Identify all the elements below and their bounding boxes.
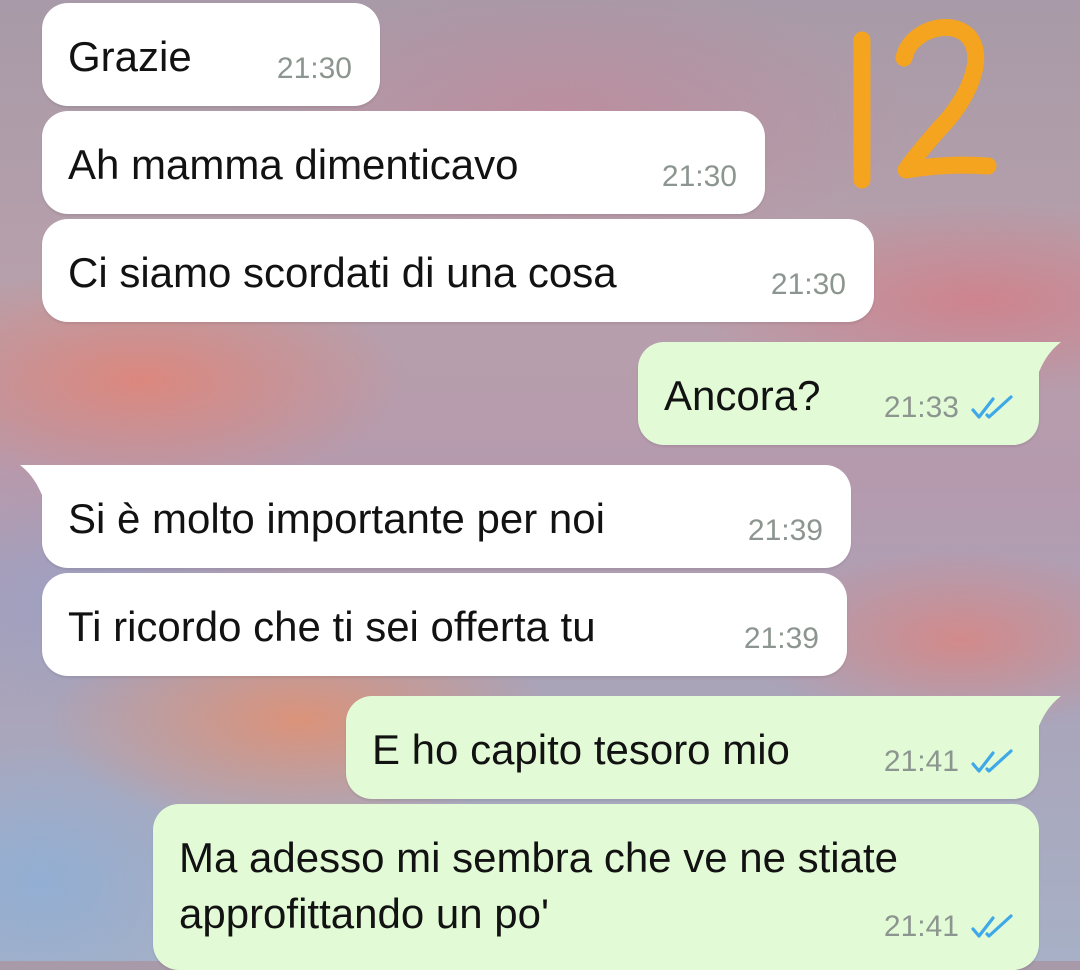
bubble-tail [20,465,60,495]
message-meta: 21:41 [884,910,1015,944]
message-bubble-outgoing[interactable]: Ma adesso mi sembra che ve ne stiate app… [153,804,1039,970]
message-time: 21:41 [883,910,959,943]
message-time: 21:39 [747,514,823,547]
message-bubble-incoming[interactable]: Ci siamo scordati di una cosa 21:30 [42,219,874,322]
message-bubble-incoming[interactable]: Grazie 21:30 [42,3,380,106]
message-meta: 21:30 [771,268,846,302]
double-check-read-icon [971,914,1013,938]
message-text: Ma adesso mi sembra che ve ne stiate app… [179,834,899,937]
message-text: E ho capito tesoro mio [372,726,790,773]
message-text: Ancora? [664,372,821,419]
double-check-read-icon [971,749,1013,773]
message-time: 21:33 [883,391,959,424]
message-text: Ci siamo scordati di una cosa [68,249,617,296]
message-time: 21:30 [661,160,737,193]
message-meta: 21:39 [744,622,819,656]
message-bubble-incoming[interactable]: Si è molto importante per noi 21:39 [20,465,851,568]
double-check-read-icon [971,395,1013,419]
bubble-tail [1021,342,1061,372]
message-meta: 21:33 [884,391,1015,425]
bubble-tail [1021,696,1061,726]
message-time: 21:30 [770,268,846,301]
handwritten-number-annotation [853,19,997,189]
message-bubble-outgoing[interactable]: E ho capito tesoro mio 21:41 [346,696,1061,799]
message-bubble-outgoing[interactable]: Ancora? 21:33 [638,342,1061,445]
message-text: Ti ricordo che ti sei offerta tu [68,603,596,650]
message-meta: 21:30 [662,160,737,194]
message-meta: 21:30 [277,52,352,86]
message-text: Grazie [68,33,192,80]
chat-conversation: Grazie 21:30 Ah mamma dimenticavo 21:30 … [0,0,1080,970]
message-time: 21:41 [883,745,959,778]
message-time: 21:30 [276,52,352,85]
message-text: Si è molto importante per noi [68,495,605,542]
message-bubble-incoming[interactable]: Ah mamma dimenticavo 21:30 [42,111,765,214]
message-text: Ah mamma dimenticavo [68,141,519,188]
message-time: 21:39 [743,622,819,655]
message-meta: 21:41 [884,745,1015,779]
message-meta: 21:39 [748,514,823,548]
message-bubble-incoming[interactable]: Ti ricordo che ti sei offerta tu 21:39 [42,573,847,676]
